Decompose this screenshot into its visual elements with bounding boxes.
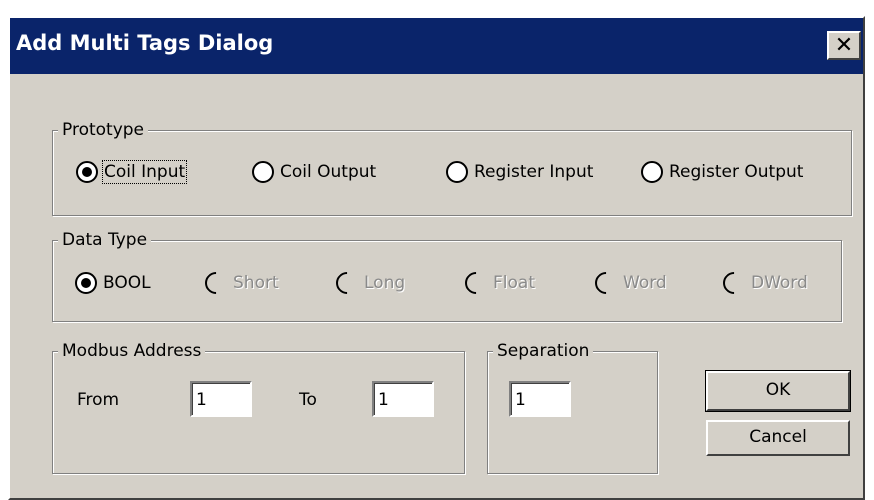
radio-button-disabled <box>331 267 363 299</box>
radio-label-dword: DWord <box>751 273 808 293</box>
radio-button[interactable] <box>641 161 663 183</box>
radio-label-long: Long <box>364 273 406 293</box>
to-label: To <box>299 390 317 410</box>
cancel-button[interactable]: Cancel <box>706 420 850 456</box>
radio-short: Short <box>200 267 279 299</box>
radio-register-output[interactable]: Register Output <box>641 161 803 183</box>
radio-label-short: Short <box>233 273 279 293</box>
title-bar[interactable]: Add Multi Tags Dialog ✕ <box>10 18 863 74</box>
radio-coil-output[interactable]: Coil Output <box>252 161 376 183</box>
radio-coil-input[interactable]: Coil Input <box>76 160 188 184</box>
modbus-address-group: Modbus Address From 1 To 1 <box>52 340 465 474</box>
dialog-title: Add Multi Tags Dialog <box>16 31 274 55</box>
ok-button[interactable]: OK <box>705 370 851 412</box>
radio-label-word: Word <box>623 273 667 293</box>
modbus-address-legend: Modbus Address <box>58 340 206 362</box>
from-label: From <box>77 390 120 410</box>
radio-label-register-input: Register Input <box>474 162 594 182</box>
radio-button-selected[interactable] <box>75 272 97 294</box>
radio-float: Float <box>460 267 535 299</box>
radio-label-bool: BOOL <box>103 273 151 293</box>
radio-label-register-output: Register Output <box>669 162 804 182</box>
close-icon: ✕ <box>834 33 854 58</box>
prototype-legend: Prototype <box>58 119 149 141</box>
radio-bool[interactable]: BOOL <box>75 272 151 294</box>
radio-button-disabled <box>460 267 492 299</box>
separation-group: Separation 1 <box>487 340 658 474</box>
separation-input[interactable]: 1 <box>509 381 571 417</box>
radio-label-coil-output: Coil Output <box>280 162 377 182</box>
to-input[interactable]: 1 <box>372 381 434 417</box>
radio-label-float: Float <box>493 273 535 293</box>
radio-button-disabled <box>718 267 750 299</box>
prototype-group: Prototype Coil Input Coil Output Registe… <box>52 119 852 216</box>
data-type-legend: Data Type <box>58 229 152 251</box>
add-multi-tags-dialog: Add Multi Tags Dialog ✕ Prototype Coil I… <box>8 16 865 500</box>
radio-long: Long <box>331 267 406 299</box>
separation-legend: Separation <box>493 340 594 362</box>
radio-word: Word <box>590 267 667 299</box>
radio-button-disabled <box>200 267 232 299</box>
radio-dword: DWord <box>718 267 808 299</box>
close-button[interactable]: ✕ <box>827 31 861 60</box>
radio-button-disabled <box>590 267 622 299</box>
from-input[interactable]: 1 <box>190 381 252 417</box>
radio-label-coil-input: Coil Input <box>101 160 188 184</box>
radio-button-selected[interactable] <box>76 161 98 183</box>
radio-button[interactable] <box>446 161 468 183</box>
radio-register-input[interactable]: Register Input <box>446 161 593 183</box>
data-type-group: Data Type BOOL Short Long Float Word DWo… <box>52 229 842 322</box>
radio-button[interactable] <box>252 161 274 183</box>
